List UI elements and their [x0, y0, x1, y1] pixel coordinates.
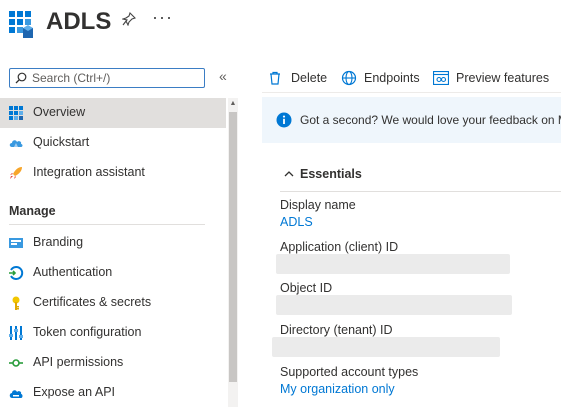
sidebar-item-certificates-secrets[interactable]: Certificates & secrets: [0, 288, 226, 318]
sidebar-item-label: Quickstart: [33, 135, 90, 149]
sidebar-item-expose-an-api[interactable]: Expose an API: [0, 378, 226, 408]
pin-icon[interactable]: [121, 11, 137, 29]
sidebar-item-token-configuration[interactable]: Token configuration: [0, 318, 226, 348]
essentials-toggle[interactable]: Essentials: [284, 167, 362, 181]
section-title-manage: Manage: [9, 204, 56, 218]
trash-icon: [270, 71, 280, 85]
sidebar-item-branding[interactable]: Branding: [0, 228, 226, 258]
sidebar-item-quickstart[interactable]: Quickstart: [0, 128, 226, 158]
cloud-api-icon: [9, 390, 23, 398]
section-divider: [9, 224, 205, 225]
branding-icon: [9, 238, 23, 248]
essentials-divider: [280, 191, 561, 192]
sidebar-item-label: API permissions: [33, 355, 124, 369]
scroll-up-arrow-icon[interactable]: ▲: [229, 100, 237, 108]
account-types-value[interactable]: My organization only: [280, 382, 395, 396]
application-id-label: Application (client) ID: [280, 240, 399, 254]
sidebar-item-label: Integration assistant: [33, 165, 145, 179]
sidebar-item-label: Authentication: [33, 265, 113, 279]
display-name-value[interactable]: ADLS: [280, 215, 313, 229]
token-config-icon: [9, 326, 23, 340]
globe-icon: [341, 70, 357, 86]
page-title: ADLS: [46, 8, 112, 35]
account-types-label: Supported account types: [280, 365, 419, 379]
sidebar-item-integration-assistant[interactable]: Integration assistant: [0, 158, 226, 188]
sidebar-item-authentication[interactable]: Authentication: [0, 258, 226, 288]
preview-features-label: Preview features: [456, 71, 550, 85]
blade-header: ADLS ···: [0, 0, 561, 60]
delete-label: Delete: [291, 71, 328, 85]
tenant-id-redacted: [272, 337, 500, 357]
sidebar-item-overview[interactable]: Overview: [0, 98, 226, 128]
sidebar-item-api-permissions[interactable]: API permissions: [0, 348, 226, 378]
sidebar-item-label: Token configuration: [33, 325, 142, 339]
app-registration-icon: [9, 11, 33, 38]
grid-icon: [9, 106, 23, 120]
rocket-icon: [10, 167, 22, 179]
more-options-icon[interactable]: ···: [152, 7, 173, 28]
collapse-sidebar-icon[interactable]: «: [219, 68, 227, 84]
essentials-title: Essentials: [300, 167, 362, 181]
authentication-icon: [9, 266, 24, 280]
object-id-label: Object ID: [280, 281, 333, 295]
endpoints-button[interactable]: Endpoints: [339, 64, 431, 92]
search-input[interactable]: [32, 70, 200, 86]
sidebar-item-label: Expose an API: [33, 385, 116, 399]
preview-features-button[interactable]: Preview features: [431, 64, 561, 92]
endpoints-label: Endpoints: [364, 71, 420, 85]
display-name-label: Display name: [280, 198, 356, 212]
feedback-text: Got a second? We would love your feedbac…: [300, 113, 561, 127]
sidebar-item-label: Certificates & secrets: [33, 295, 152, 309]
command-bar-divider: [262, 92, 561, 93]
tenant-id-label: Directory (tenant) ID: [280, 323, 393, 337]
api-permissions-icon: [9, 359, 23, 367]
sidebar-item-label: Branding: [33, 235, 84, 249]
preview-features-icon: [433, 71, 449, 85]
info-icon: [276, 112, 292, 128]
feedback-banner[interactable]: Got a second? We would love your feedbac…: [262, 97, 561, 143]
sidebar-item-label: Overview: [33, 105, 86, 119]
object-id-redacted: [276, 295, 512, 315]
cloud-icon: [9, 140, 23, 147]
application-id-redacted: [276, 254, 510, 274]
key-icon: [12, 296, 20, 310]
search-box[interactable]: [9, 68, 205, 88]
search-icon: [15, 72, 27, 84]
sidebar-scroll-thumb[interactable]: [229, 112, 237, 382]
chevron-up-icon: [284, 167, 294, 181]
delete-button[interactable]: Delete: [262, 64, 334, 92]
